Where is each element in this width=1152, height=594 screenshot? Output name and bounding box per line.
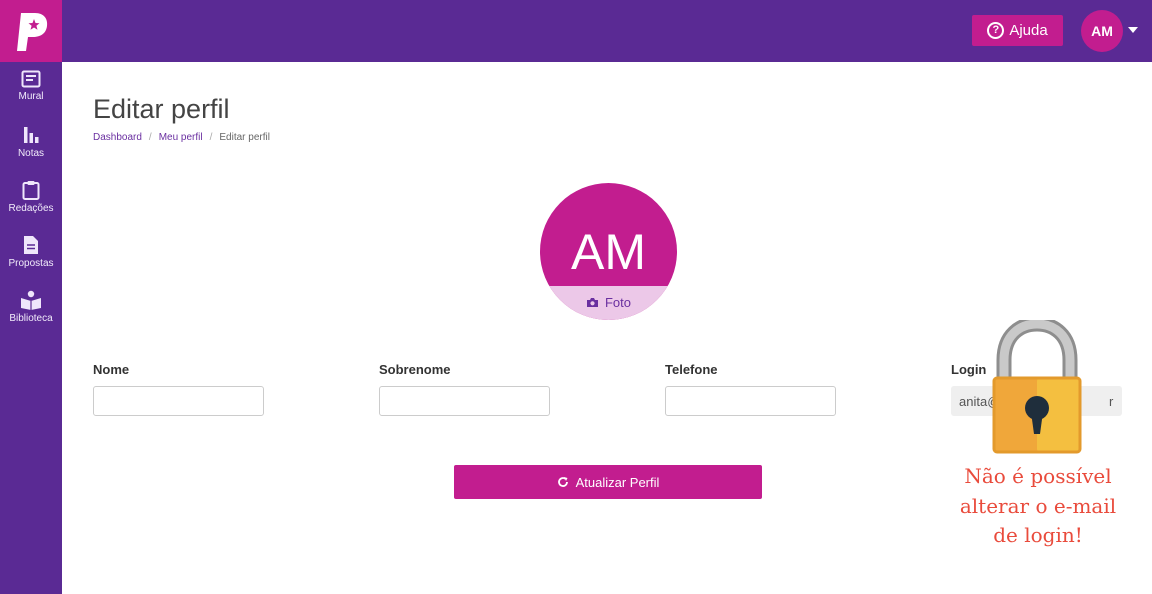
message-line: alterar o e-mail — [959, 493, 1117, 518]
photo-label: Foto — [604, 295, 631, 310]
camera-icon — [586, 298, 598, 307]
sidebar-item-biblioteca[interactable]: Biblioteca — [0, 284, 62, 334]
telefone-label: Telefone — [665, 362, 718, 377]
message-line: Não é possível — [964, 464, 1112, 488]
sidebar-item-label: Propostas — [8, 258, 54, 269]
update-profile-button[interactable]: Atualizar Perfil — [454, 465, 762, 499]
breadcrumb-separator: / — [148, 132, 152, 143]
sidebar-item-label: Mural — [18, 91, 44, 102]
change-photo-button[interactable]: Foto — [540, 286, 677, 320]
nome-input[interactable] — [93, 386, 264, 416]
sobrenome-label: Sobrenome — [379, 362, 451, 377]
top-bar: ? Ajuda AM — [0, 0, 1152, 62]
sidebar-item-notas[interactable]: Notas — [0, 119, 62, 169]
login-value-suffix: r — [1109, 394, 1114, 409]
login-label: Login — [951, 362, 987, 377]
clipboard-icon — [22, 181, 40, 200]
board-icon — [21, 70, 41, 88]
nome-label: Nome — [93, 362, 130, 377]
user-avatar[interactable]: AM — [1081, 10, 1123, 52]
sobrenome-input[interactable] — [379, 386, 550, 416]
sidebar-item-label: Notas — [17, 148, 45, 159]
telefone-input[interactable] — [665, 386, 836, 416]
user-initials: AM — [1091, 23, 1113, 39]
sidebar-item-label: Biblioteca — [9, 313, 53, 324]
message-line: de login! — [993, 523, 1083, 548]
sidebar-item-mural[interactable]: Mural — [0, 64, 62, 114]
chevron-down-icon[interactable] — [1128, 27, 1138, 33]
breadcrumb-dashboard[interactable]: Dashboard — [93, 132, 142, 143]
refresh-icon — [557, 477, 568, 487]
reader-icon — [21, 290, 41, 310]
page-title: Editar perfil — [93, 94, 230, 124]
sidebar-item-redacoes[interactable]: Redações — [0, 174, 62, 224]
logo-icon — [17, 13, 48, 51]
help-label: Ajuda — [1009, 22, 1048, 39]
document-icon — [24, 236, 38, 254]
bar-chart-icon — [24, 127, 39, 143]
breadcrumb: Dashboard / Meu perfil / Editar perfil — [93, 132, 270, 143]
question-circle-icon: ? — [987, 22, 1005, 39]
sidebar-item-label: Redações — [8, 203, 54, 214]
profile-initials: AM — [571, 224, 646, 280]
profile-avatar: AM Foto — [540, 183, 677, 320]
logo[interactable] — [0, 0, 62, 62]
update-profile-label: Atualizar Perfil — [575, 474, 660, 490]
breadcrumb-separator: / — [209, 132, 213, 143]
breadcrumb-current: Editar perfil — [219, 132, 270, 143]
breadcrumb-meu-perfil[interactable]: Meu perfil — [159, 132, 203, 143]
sidebar: Mural Notas Redações Propostas Bibliotec… — [0, 62, 62, 594]
help-button[interactable]: ? Ajuda — [972, 15, 1063, 46]
login-locked-message: Não é possível alterar o e-mail de login… — [940, 462, 1136, 551]
padlock-icon — [992, 320, 1082, 454]
sidebar-item-propostas[interactable]: Propostas — [0, 229, 62, 279]
